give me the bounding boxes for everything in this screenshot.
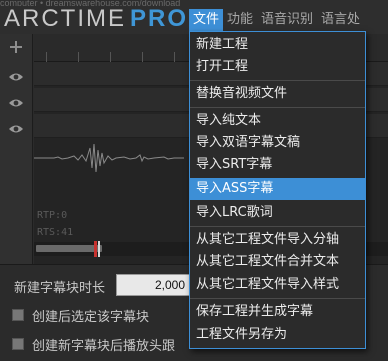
menu-item-new-project[interactable]: 新建工程 — [190, 34, 365, 56]
menu-item-import-ass[interactable]: 导入ASS字幕 — [190, 178, 365, 200]
menu-functions[interactable]: 功能 — [223, 9, 257, 31]
track-visibility-toggle-2[interactable] — [8, 94, 24, 107]
ruler-tick — [174, 52, 175, 62]
playhead-marker[interactable] — [94, 241, 97, 257]
menu-item-save-as[interactable]: 工程文件另存为 — [190, 324, 365, 346]
file-menu-dropdown: 新建工程 打开工程 替换音视频文件 导入纯文本 导入双语字幕文稿 导入SRT字幕… — [189, 31, 366, 349]
logo-main: ARCTIME — [4, 5, 126, 32]
menu-item-open-project[interactable]: 打开工程 — [190, 56, 365, 78]
eye-icon — [9, 99, 23, 107]
timestamp-label-2: RTS:41 — [37, 227, 74, 238]
playhead-cursor[interactable] — [98, 241, 100, 257]
playhead-follow-label: 创建新字幕块后播放头跟 — [32, 339, 176, 354]
menu-item-import-bilingual[interactable]: 导入双语字幕文稿 — [190, 132, 365, 154]
menu-separator — [190, 298, 365, 299]
eye-icon — [9, 125, 23, 133]
eye-icon — [9, 73, 23, 81]
menu-item-import-plain-text[interactable]: 导入纯文本 — [190, 110, 365, 132]
menu-separator — [190, 226, 365, 227]
menu-separator — [190, 80, 365, 81]
duration-label: 新建字幕块时长 — [14, 281, 106, 296]
app-logo: ARCTIME PRO — [4, 5, 188, 33]
track-visibility-toggle-1[interactable] — [8, 68, 24, 81]
menu-item-save-generate[interactable]: 保存工程并生成字幕 — [190, 301, 365, 323]
select-after-create-checkbox[interactable] — [12, 309, 24, 321]
menu-separator — [190, 107, 365, 108]
timeline-scrollbar-thumb[interactable] — [36, 245, 102, 252]
menu-item-import-timing[interactable]: 从其它工程文件导入分轴 — [190, 229, 365, 251]
duration-input[interactable]: 2,000 — [116, 274, 190, 296]
menu-item-import-styles[interactable]: 从其它工程文件导入样式 — [190, 274, 365, 296]
track-visibility-toggle-3[interactable] — [8, 120, 24, 133]
menu-speech-recognition[interactable]: 语音识别 — [257, 9, 317, 31]
track-panel — [0, 34, 33, 264]
add-track-button[interactable] — [7, 38, 25, 56]
menu-file[interactable]: 文件 — [189, 9, 224, 31]
ruler-tick — [46, 52, 47, 62]
menu-item-import-srt[interactable]: 导入SRT字幕 — [190, 154, 365, 176]
menu-item-import-lrc[interactable]: 导入LRC歌词 — [190, 202, 365, 224]
title-bar: computer • dreamswarehouse.com/download … — [0, 0, 388, 34]
menu-item-replace-media[interactable]: 替换音视频文件 — [190, 83, 365, 105]
playhead-follow-checkbox[interactable] — [12, 338, 24, 350]
menu-language[interactable]: 语言处 — [317, 9, 364, 31]
ruler-tick — [78, 52, 79, 62]
ruler-tick — [110, 52, 111, 62]
logo-accent: PRO — [130, 5, 189, 32]
select-after-create-label: 创建后选定该字幕块 — [32, 310, 150, 325]
plus-icon — [10, 41, 22, 53]
timestamp-label-1: RTP:0 — [37, 210, 68, 221]
menu-bar: 文件 功能 语音识别 语言处 — [189, 9, 364, 31]
ruler-tick — [142, 52, 143, 62]
menu-item-merge-text[interactable]: 从其它工程文件合并文本 — [190, 251, 365, 273]
